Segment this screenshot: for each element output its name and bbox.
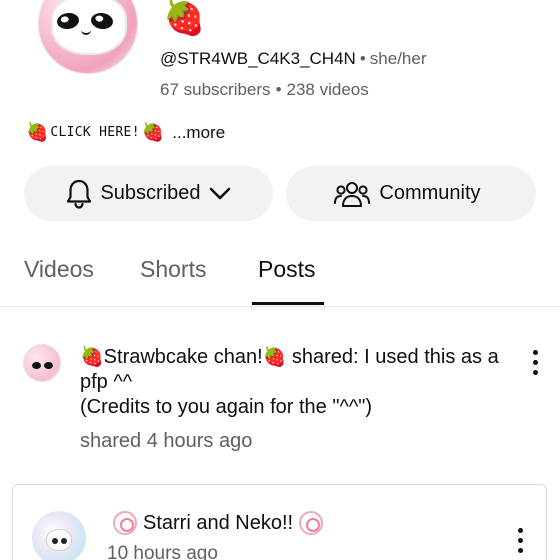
separator-dot: • (275, 80, 282, 99)
bell-icon (67, 179, 92, 209)
video-count: 238 videos (286, 80, 369, 99)
more-link[interactable]: ...more (172, 123, 225, 143)
channel-pronouns: she/her (369, 49, 427, 68)
tab-posts[interactable]: Posts (258, 256, 316, 283)
channel-description[interactable]: 🍓 CLICK HERE! 🍓 ...more (26, 122, 225, 143)
strawberry-emoji: 🍓 (262, 347, 287, 368)
channel-header: 🍓 @STR4WB_C4K3_CH4N • she/her 67 subscribe… (0, 0, 560, 110)
active-tab-indicator (252, 302, 324, 305)
swirl-icon (299, 511, 324, 535)
subscribed-button[interactable]: Subscribed (24, 166, 273, 221)
strawberry-emoji: 🍓 (26, 122, 49, 142)
tab-shorts[interactable]: Shorts (140, 256, 206, 283)
separator-dot: • (359, 49, 366, 68)
skull-illustration (46, 529, 72, 551)
strawberry-emoji: 🍓 (141, 122, 165, 142)
post-timestamp: shared 4 hours ago (80, 430, 253, 452)
avatar-right-eye (61, 538, 67, 544)
original-post-card[interactable]: Starri and Neko!! 10 hours ago (12, 484, 547, 560)
community-icon (334, 181, 371, 207)
post-author-name[interactable]: Strawbcake chan! (104, 346, 263, 368)
shared-label: shared: (291, 346, 359, 368)
channel-avatar[interactable] (38, 0, 138, 74)
channel-stats: 67 subscribers • 238 videos (160, 80, 369, 100)
more-options-icon[interactable] (532, 350, 538, 375)
post-body-line2: (Credits to you again for the "^^") (80, 396, 372, 418)
shared-post: 🍓Strawbcake chan!🍓 shared: I used this a… (0, 330, 560, 460)
post-text: 🍓Strawbcake chan!🍓 shared: I used this a… (80, 345, 520, 420)
more-options-icon[interactable] (517, 528, 523, 553)
original-post-timestamp: 10 hours ago (107, 543, 218, 560)
subscriber-count: 67 subscribers (160, 80, 271, 99)
strawberry-emoji: 🍓 (163, 0, 206, 37)
subscribed-label: Subscribed (100, 182, 201, 204)
channel-handle: @STR4WB_C4K3_CH4N (160, 49, 356, 68)
channel-tabs: Videos Shorts Posts (0, 235, 560, 307)
original-author-avatar[interactable] (32, 511, 86, 560)
community-label: Community (379, 182, 481, 204)
chevron-down-icon (209, 187, 230, 199)
original-author-name[interactable]: Starri and Neko!! (143, 512, 293, 535)
description-link[interactable]: CLICK HERE! (50, 125, 139, 140)
post-author-avatar[interactable] (23, 344, 61, 382)
swirl-icon (113, 511, 137, 535)
avatar-left-eye (52, 538, 58, 544)
channel-handle-row: @STR4WB_C4K3_CH4N • she/her (160, 49, 426, 69)
original-author-row: Starri and Neko!! (107, 511, 329, 535)
community-button[interactable]: Community (286, 166, 536, 221)
avatar-right-eye (44, 362, 53, 369)
tab-videos[interactable]: Videos (24, 256, 94, 283)
strawberry-emoji: 🍓 (80, 347, 104, 368)
avatar-left-eye (32, 362, 41, 369)
